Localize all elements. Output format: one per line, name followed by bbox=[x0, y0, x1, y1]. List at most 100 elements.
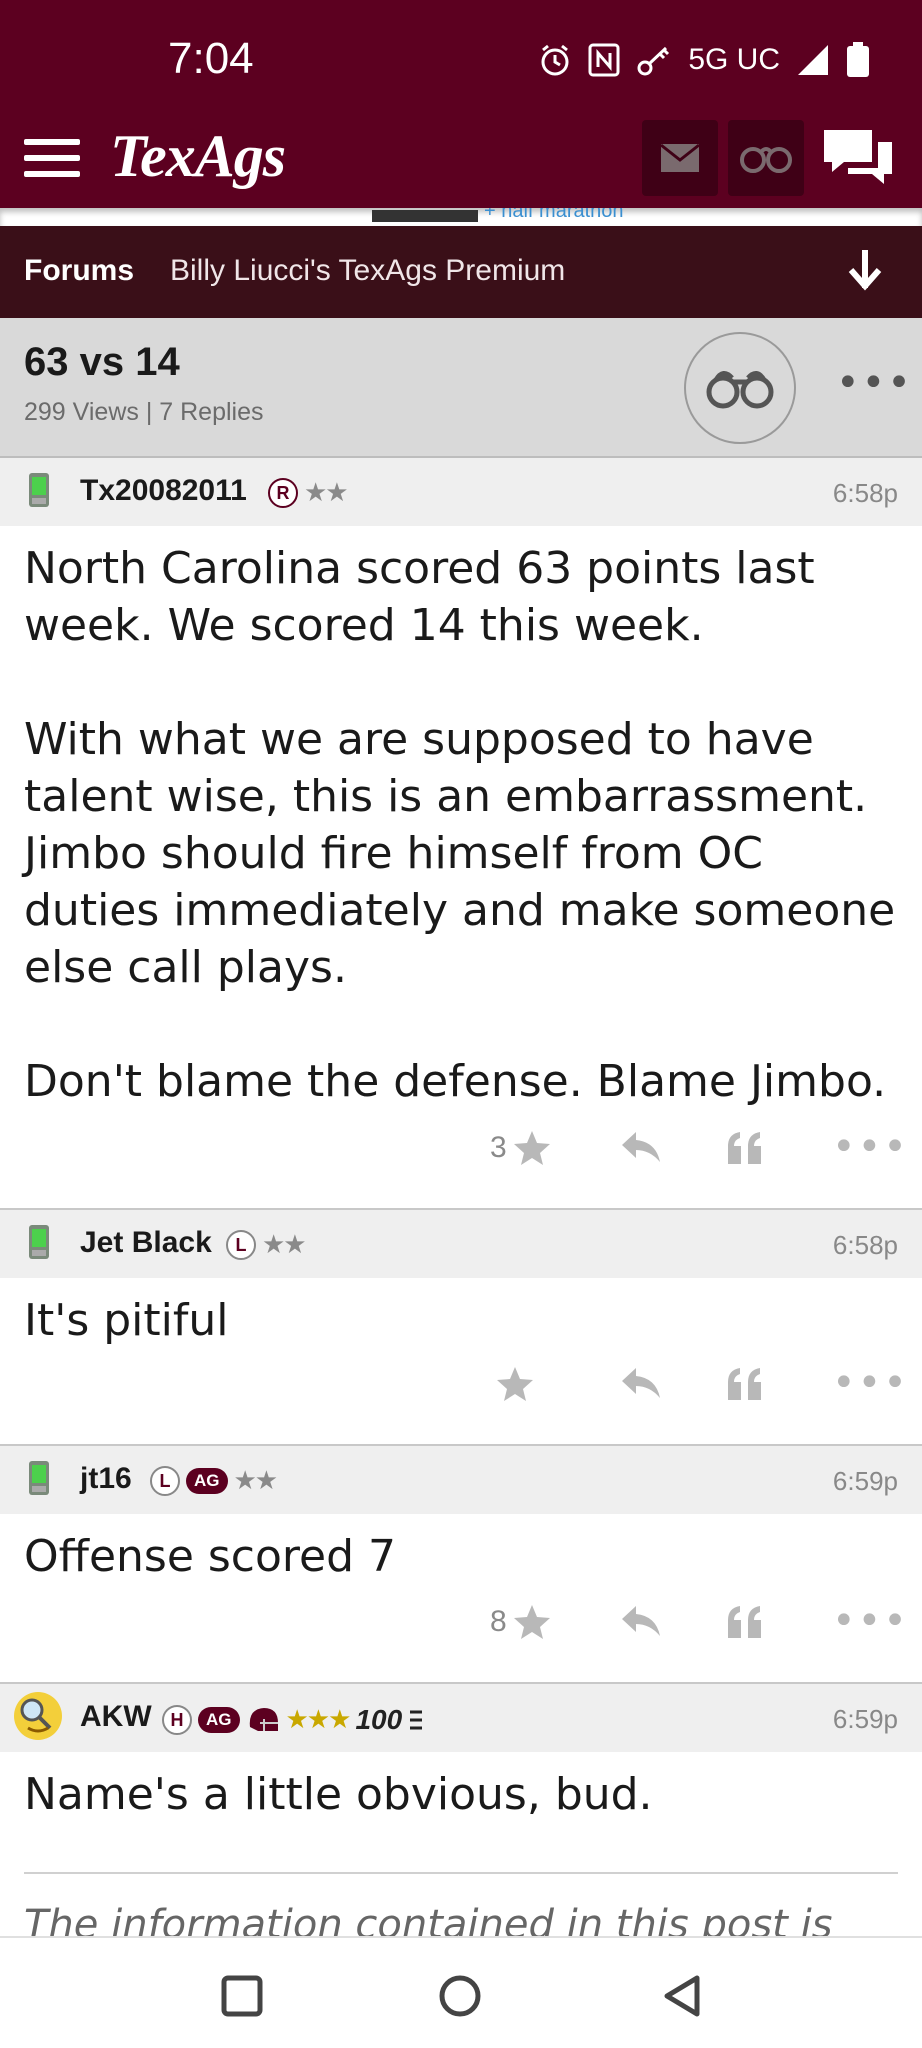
breadcrumb-forums-link[interactable]: Forums bbox=[24, 254, 134, 288]
app-header: TexAgs bbox=[0, 120, 922, 208]
post: Tx20082011 R ★★ 6:58p North Carolina sco… bbox=[0, 458, 922, 1210]
user-stars: ★★★ bbox=[285, 1705, 352, 1735]
back-button[interactable] bbox=[652, 1966, 712, 2026]
star-icon bbox=[513, 1605, 550, 1639]
post-username[interactable]: AKW bbox=[80, 1700, 152, 1734]
post-time: 6:59p bbox=[832, 1466, 898, 1496]
more-icon[interactable]: ••• bbox=[832, 1360, 909, 1406]
reply-button[interactable] bbox=[620, 1130, 662, 1164]
star-icon bbox=[513, 1131, 550, 1165]
star-count: 3 bbox=[490, 1131, 507, 1164]
user-stars: ★★ bbox=[233, 1466, 279, 1496]
avatar-magnifier-icon bbox=[14, 1692, 62, 1740]
star-icon bbox=[497, 1367, 533, 1401]
rank-badge: H bbox=[162, 1705, 192, 1735]
star-button[interactable]: 3 bbox=[490, 1130, 551, 1166]
ag-badge: AG bbox=[186, 1468, 228, 1494]
post-username[interactable]: Tx20082011 bbox=[80, 474, 247, 508]
post-username[interactable]: Jet Black bbox=[80, 1226, 212, 1260]
reply-icon bbox=[622, 1368, 660, 1398]
quote-button[interactable] bbox=[726, 1130, 764, 1166]
key-icon bbox=[637, 46, 670, 76]
thread-meta: 299 Views | 7 Replies bbox=[24, 398, 264, 426]
menu-icon[interactable] bbox=[24, 130, 80, 186]
binoculars-icon bbox=[706, 371, 774, 409]
post-badges: L AG ★★ bbox=[150, 1466, 279, 1496]
quote-icon bbox=[728, 1606, 761, 1638]
ad-text: + half marathon bbox=[484, 208, 624, 222]
post-body: It's pitiful bbox=[24, 1295, 229, 1346]
post-header: Tx20082011 R ★★ 6:58p bbox=[0, 458, 922, 526]
nfc-icon bbox=[588, 43, 620, 77]
system-nav-bar bbox=[0, 1936, 922, 2048]
watched-button[interactable] bbox=[728, 120, 804, 196]
quote-button[interactable] bbox=[726, 1604, 764, 1640]
watch-thread-button[interactable] bbox=[684, 332, 796, 444]
thread-header: 63 vs 14 299 Views | 7 Replies ••• bbox=[0, 318, 922, 458]
reply-button[interactable] bbox=[620, 1366, 662, 1400]
recents-button[interactable] bbox=[212, 1966, 272, 2026]
breadcrumb-board-link[interactable]: Billy Liucci's TexAgs Premium bbox=[170, 254, 565, 288]
network-label: 5G UC bbox=[688, 43, 780, 76]
user-stars: ★★ bbox=[304, 478, 349, 508]
post-body: Name's a little obvious, bud. bbox=[24, 1769, 653, 1820]
thread-title: 63 vs 14 bbox=[24, 340, 180, 384]
rank-badge: L bbox=[150, 1466, 180, 1496]
star-button[interactable]: 8 bbox=[490, 1604, 551, 1640]
post-actions: 3 ••• bbox=[0, 1110, 922, 1210]
hundred-badge: 100 bbox=[355, 1704, 403, 1735]
more-icon[interactable]: ••• bbox=[832, 1124, 909, 1170]
quote-icon bbox=[728, 1368, 761, 1400]
post-badges: H AG ★★★ 100 bbox=[162, 1704, 424, 1736]
back-icon bbox=[664, 1975, 700, 2017]
post-username[interactable]: jt16 bbox=[80, 1462, 132, 1496]
alarm-icon bbox=[541, 44, 569, 76]
status-time: 7:04 bbox=[168, 34, 254, 83]
battery-icon bbox=[847, 42, 869, 77]
home-button[interactable] bbox=[430, 1966, 490, 2026]
star-count: 8 bbox=[490, 1605, 507, 1638]
post-badges: L ★★ bbox=[226, 1230, 307, 1260]
signal-icon bbox=[798, 45, 828, 75]
post-time: 6:58p bbox=[832, 1230, 898, 1260]
status-icons: 5G UC bbox=[538, 42, 870, 78]
quote-button[interactable] bbox=[726, 1366, 764, 1402]
home-icon bbox=[439, 1975, 481, 2017]
mobile-phone-icon bbox=[29, 1225, 49, 1259]
breadcrumb: Forums Billy Liucci's TexAgs Premium bbox=[0, 226, 922, 318]
thread-more-icon[interactable]: ••• bbox=[836, 360, 913, 406]
rank-badge: L bbox=[226, 1230, 256, 1260]
quote-icon bbox=[728, 1132, 761, 1164]
texags-logo[interactable]: TexAgs bbox=[110, 122, 286, 191]
post-actions: 8 ••• bbox=[0, 1584, 922, 1684]
post-time: 6:58p bbox=[832, 478, 898, 508]
mobile-phone-icon bbox=[29, 473, 49, 507]
ad-graphic bbox=[372, 210, 478, 222]
signature-divider bbox=[24, 1872, 898, 1874]
mail-icon bbox=[660, 143, 700, 172]
post: Jet Black L ★★ 6:58p It's pitiful ••• bbox=[0, 1210, 922, 1446]
reply-icon bbox=[622, 1132, 660, 1162]
post-header: Jet Black L ★★ 6:58p bbox=[0, 1210, 922, 1278]
post-time: 6:59p bbox=[832, 1704, 898, 1734]
post-actions: ••• bbox=[0, 1346, 922, 1446]
chat-icon[interactable] bbox=[820, 126, 896, 190]
recents-icon bbox=[221, 1975, 263, 2017]
post-badges: R ★★ bbox=[268, 478, 349, 508]
ad-banner[interactable]: + half marathon bbox=[0, 208, 922, 226]
more-icon[interactable]: ••• bbox=[832, 1598, 909, 1644]
mail-button[interactable] bbox=[642, 120, 718, 196]
star-button[interactable] bbox=[490, 1366, 534, 1402]
arrow-down-icon[interactable] bbox=[848, 248, 882, 292]
post-body: Offense scored 7 bbox=[24, 1531, 397, 1582]
post-body: North Carolina scored 63 points last wee… bbox=[24, 543, 896, 1107]
post-header: AKW H AG ★★★ 100 6:59p bbox=[0, 1684, 922, 1752]
reply-icon bbox=[622, 1606, 660, 1636]
ag-badge: AG bbox=[198, 1707, 240, 1733]
reply-button[interactable] bbox=[620, 1604, 662, 1638]
post: jt16 L AG ★★ 6:59p Offense scored 7 8 ••… bbox=[0, 1446, 922, 1684]
post: AKW H AG ★★★ 100 6:59p Name's a little o… bbox=[0, 1684, 922, 1948]
status-bar: 7:04 5G UC bbox=[0, 0, 922, 120]
helmet-icon bbox=[249, 1708, 278, 1731]
stripes-icon bbox=[410, 1710, 423, 1730]
